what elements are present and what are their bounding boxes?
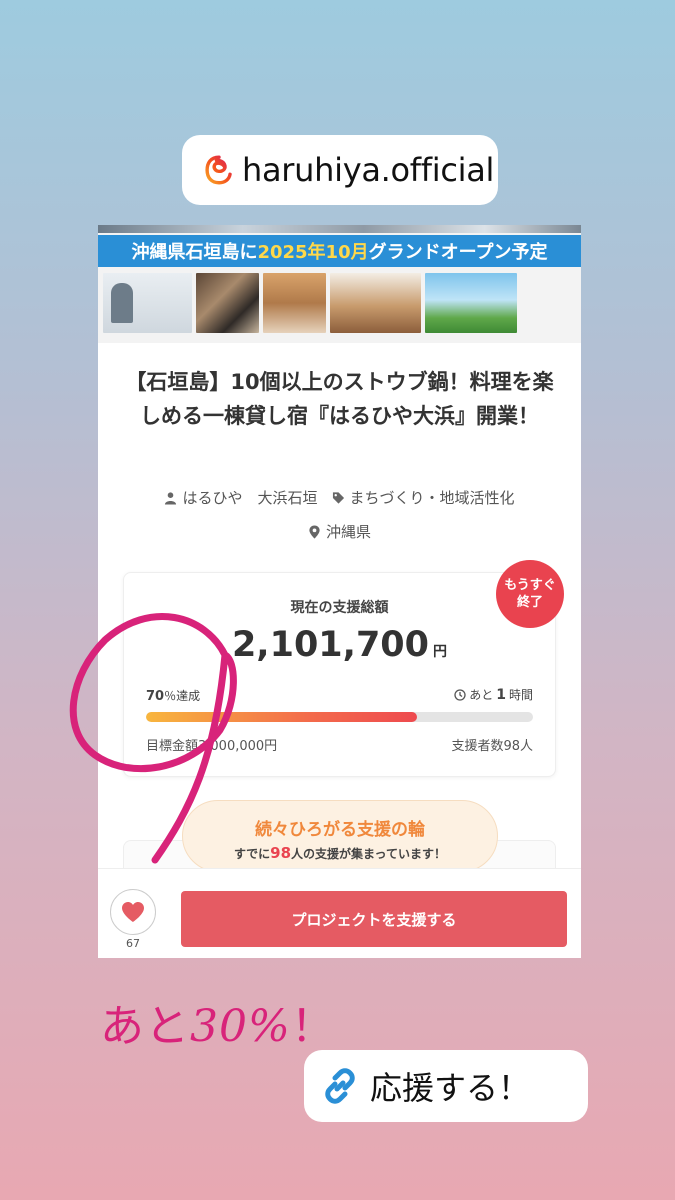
funding-progress-box: 現在の支援総額 2,101,700 円 70％達成 あと 1 時間 目標金額3,000…: [123, 572, 556, 777]
banner-text-pre: 沖縄県石垣島に: [131, 242, 258, 263]
percent-achieved: 70％達成: [146, 687, 200, 704]
badge-line1: もうすぐ: [504, 578, 556, 593]
project-card: 沖縄県石垣島に 2025年10月 グランドオープン予定 【石垣島】10個以上のス…: [98, 225, 581, 958]
time-prefix: あと: [469, 688, 494, 702]
thumbnail-living-room: [330, 273, 421, 333]
time-unit: 時間: [508, 688, 533, 702]
threads-handle-sticker[interactable]: haruhiya.official: [182, 135, 498, 205]
ending-soon-badge: もうすぐ 終了: [496, 560, 564, 628]
amount-value: 2,101,700: [231, 625, 430, 665]
hero-photo-strip: [98, 225, 581, 233]
story-caption: あと30%！: [100, 990, 336, 1054]
location-line: 沖縄県: [98, 521, 581, 542]
goal-amount: 目標金額3,000,000円: [146, 739, 278, 754]
favorite-count: 67: [126, 937, 140, 950]
owner-name: はるひや 大浜石垣: [182, 489, 318, 507]
clock-icon: [454, 688, 466, 701]
time-value: 1: [496, 686, 506, 703]
banner-text-post: グランドオープン予定: [368, 242, 548, 263]
current-amount: 2,101,700 円: [124, 625, 555, 665]
current-amount-label: 現在の支援総額: [290, 600, 389, 616]
link-sticker-text: 応援する！: [370, 1069, 531, 1107]
location-name: 沖縄県: [325, 523, 371, 541]
heart-icon: [122, 902, 144, 922]
favorite-button[interactable]: [110, 889, 156, 935]
map-pin-icon: [309, 525, 320, 538]
hero-banner: 沖縄県石垣島に 2025年10月 グランドオープン予定: [98, 235, 581, 267]
tag-icon: [332, 491, 344, 504]
pill-sub-post: 人の支援が集まっています！: [291, 847, 446, 861]
support-circle-banner: 続々ひろがる支援の輪 すでに98人の支援が集まっています！: [182, 800, 498, 872]
progress-bar: [146, 712, 533, 722]
handle-text: haruhiya.official: [242, 151, 495, 189]
progress-bar-fill: [146, 712, 417, 722]
link-icon: [325, 1068, 355, 1104]
support-project-button[interactable]: プロジェクトを支援する: [181, 891, 567, 947]
hero-image[interactable]: 沖縄県石垣島に 2025年10月 グランドオープン予定: [98, 225, 581, 343]
category-name: まちづくり・地域活性化: [349, 489, 515, 507]
pill-sub-pre: すでに: [234, 847, 271, 861]
caption-value: 30%: [190, 1001, 291, 1052]
threads-icon: [205, 155, 232, 185]
project-title: 【石垣島】10個以上のストウブ鍋！料理を楽しめる一棟貸し宿『はるひや大浜』開業！: [125, 370, 554, 428]
thumbnail-exterior: [425, 273, 517, 333]
time-remaining: あと 1 時間: [454, 686, 533, 703]
caption-suffix: ！: [290, 1001, 336, 1052]
category-link[interactable]: まちづくり・地域活性化: [332, 487, 515, 508]
location-link[interactable]: 沖縄県: [308, 521, 371, 542]
thumbnail-flyer: [103, 273, 192, 333]
amount-currency: 円: [433, 644, 448, 660]
hero-thumbnails: [103, 273, 517, 333]
percent-value: 70: [146, 689, 165, 704]
thumbnail-kitchen: [196, 273, 259, 333]
badge-line2: 終了: [516, 595, 543, 610]
link-sticker[interactable]: 応援する！: [304, 1050, 588, 1122]
pill-count: 98: [270, 844, 292, 862]
bottom-action-bar: 67 プロジェクトを支援する: [98, 868, 581, 958]
support-circle-title: 続々ひろがる支援の輪: [255, 820, 425, 840]
thumbnail-pots: [263, 273, 326, 333]
project-meta: はるひや 大浜石垣 まちづくり・地域活性化: [98, 487, 581, 508]
user-icon: [165, 491, 177, 504]
support-circle-subtitle: すでに98人の支援が集まっています！: [183, 844, 497, 862]
banner-date: 2025年10月: [257, 242, 369, 263]
percent-suffix: ％達成: [164, 689, 201, 703]
caption-prefix: あと: [100, 1001, 190, 1052]
backer-count: 支援者数98人: [451, 739, 533, 754]
owner-link[interactable]: はるひや 大浜石垣: [164, 487, 318, 508]
